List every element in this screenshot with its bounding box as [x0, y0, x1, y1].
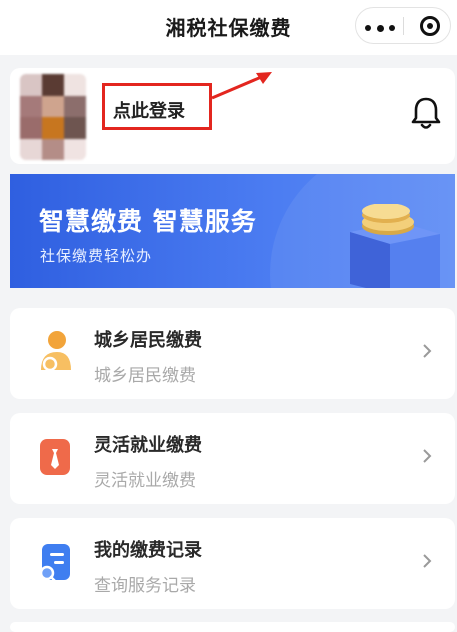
- chevron-right-icon: [423, 344, 432, 358]
- bell-icon[interactable]: [410, 95, 442, 131]
- banner-subtitle: 社保缴费轻松办: [40, 247, 153, 265]
- login-link[interactable]: 点此登录: [113, 97, 185, 123]
- mini-program-capsule: [355, 7, 451, 44]
- close-miniprogram-icon[interactable]: [420, 16, 440, 36]
- login-link-highlight[interactable]: 点此登录: [102, 83, 212, 130]
- promo-banner[interactable]: 智慧缴费 智慧服务 社保缴费轻松办: [10, 174, 455, 288]
- chevron-right-icon: [423, 449, 432, 463]
- menu-item-payment-records[interactable]: 我的缴费记录 查询服务记录: [10, 518, 455, 609]
- menu-item-partial: [10, 622, 455, 632]
- menu-subtitle: 查询服务记录: [94, 576, 196, 596]
- record-search-icon: [39, 544, 70, 583]
- menu-item-flexible-employment[interactable]: 灵活就业缴费 灵活就业缴费: [10, 413, 455, 504]
- menu-subtitle: 城乡居民缴费: [94, 366, 196, 386]
- chevron-right-icon: [423, 554, 432, 568]
- coin-cube-illustration: [350, 204, 440, 288]
- top-bar: 湘税社保缴费: [0, 0, 457, 55]
- avatar[interactable]: [20, 74, 86, 160]
- menu-item-resident-payment[interactable]: 城乡居民缴费 城乡居民缴费: [10, 308, 455, 399]
- capsule-divider: [403, 17, 404, 35]
- menu-subtitle: 灵活就业缴费: [94, 471, 196, 491]
- menu-title: 我的缴费记录: [94, 540, 202, 561]
- menu-title: 城乡居民缴费: [94, 330, 202, 351]
- user-card: 点此登录: [10, 68, 455, 164]
- resident-user-icon: [41, 331, 71, 372]
- tie-employment-icon: [40, 439, 70, 475]
- banner-title: 智慧缴费 智慧服务: [39, 207, 257, 236]
- more-icon[interactable]: [365, 24, 395, 32]
- red-arrow-annotation: [211, 72, 272, 100]
- menu-title: 灵活就业缴费: [94, 435, 202, 456]
